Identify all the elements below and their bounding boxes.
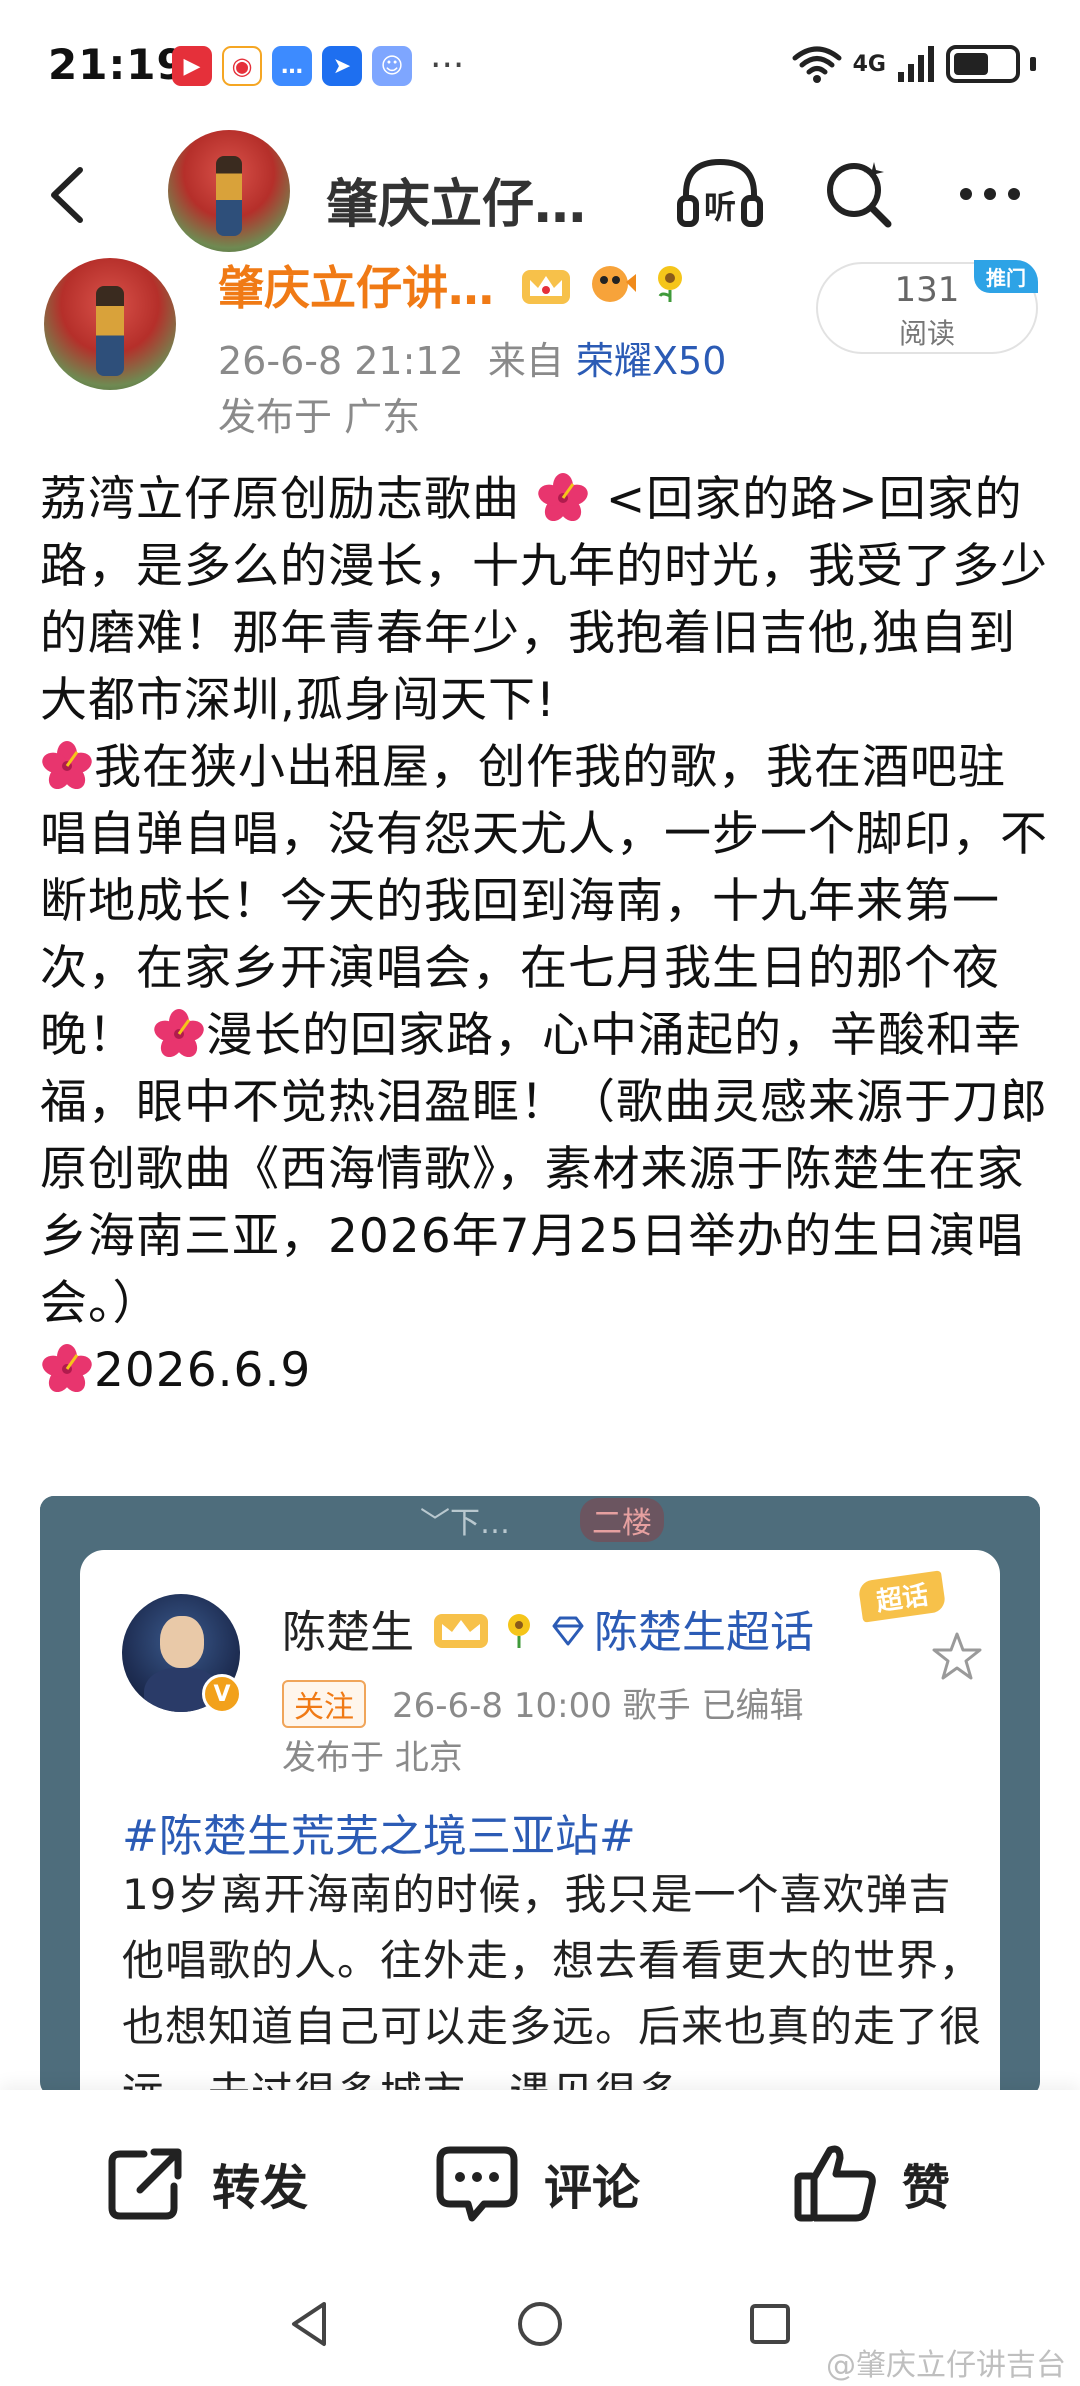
headphones-icon[interactable]: 听 xyxy=(672,154,768,234)
embedded-image[interactable]: ﹀下… 二楼 V 陈楚生 陈楚生超话 超话 关注 26-6-8 10:00 歌手… xyxy=(40,1496,1040,2096)
post-from-label: 来自 xyxy=(487,339,564,383)
post-text-5: 2026.6.9 xyxy=(94,1343,312,1398)
hibiscus-icon xyxy=(538,473,588,522)
sunflower-badge-icon[interactable] xyxy=(650,262,690,302)
weibo-icon: ◉ xyxy=(222,46,262,86)
back-icon[interactable] xyxy=(36,160,106,230)
embedded-floor-tag: 二楼 xyxy=(580,1498,664,1542)
network-type: 4G xyxy=(852,51,886,77)
post-location: 发布于 广东 xyxy=(218,395,421,439)
like-label: 赞 xyxy=(902,2160,951,2216)
nav-home-icon[interactable] xyxy=(510,2294,570,2354)
hibiscus-icon xyxy=(42,741,92,790)
embedded-author-name: 陈楚生 xyxy=(282,1607,414,1658)
embedded-meta: 26-6-8 10:00 歌手 已编辑 xyxy=(392,1686,804,1726)
wifi-icon xyxy=(792,46,842,83)
star-icon xyxy=(932,1632,982,1680)
repost-button[interactable]: 转发 xyxy=(100,2138,308,2228)
nav-recents-icon[interactable] xyxy=(740,2294,800,2354)
post-text-1: 荔湾立仔原创励志歌曲 xyxy=(40,472,536,527)
comment-label: 评论 xyxy=(544,2160,641,2216)
share-icon xyxy=(108,2148,182,2220)
message-icon: … xyxy=(272,46,312,86)
header-title[interactable]: 肇庆立仔… xyxy=(326,162,586,237)
read-count: 131 xyxy=(894,270,960,310)
header-avatar[interactable] xyxy=(168,130,290,252)
status-bar: 21:19 ▶ ◉ … ➤ ☺ ··· 4G xyxy=(0,0,1080,130)
hibiscus-icon xyxy=(154,1009,204,1058)
search-icon[interactable] xyxy=(818,154,898,234)
repost-label: 转发 xyxy=(212,2160,309,2216)
read-count-box: 推门 131 阅读 xyxy=(816,260,1038,354)
top-header: 肇庆立仔… 听 xyxy=(0,130,1080,260)
comment-button[interactable]: 评论 xyxy=(432,2138,640,2228)
super-topic-tag: 超话 xyxy=(857,1570,947,1623)
thumbs-up-icon xyxy=(794,2145,876,2222)
verified-badge: V xyxy=(202,1674,242,1714)
blowfish-badge-icon[interactable] xyxy=(586,258,638,306)
chat-app-icon: ☺ xyxy=(372,46,412,86)
battery-icon xyxy=(946,45,1020,83)
post-date: 26-6-8 21:12 xyxy=(218,339,464,383)
sunflower-badge-icon xyxy=(508,1614,530,1648)
more-options-icon[interactable] xyxy=(950,154,1030,234)
navigation-app-icon: ➤ xyxy=(322,46,362,86)
read-count-label: 阅读 xyxy=(898,317,955,350)
video-app-icon: ▶ xyxy=(172,46,212,86)
post-device-link[interactable]: 荣耀X50 xyxy=(576,339,726,383)
crown-badge-icon[interactable] xyxy=(520,262,572,306)
embedded-location: 发布于 北京 xyxy=(282,1738,463,1778)
follow-button: 关注 xyxy=(282,1680,366,1728)
embedded-card: V 陈楚生 陈楚生超话 超话 关注 26-6-8 10:00 歌手 已编辑 发布… xyxy=(80,1550,1000,2096)
post-meta: 26-6-8 21:12 来自 荣耀X50 xyxy=(218,330,726,385)
action-bar: 转发 评论 赞 xyxy=(0,2090,1080,2270)
embedded-text: 19岁离开海南的时候，我只是一个喜欢弹吉他唱歌的人。往外走，想去看看更大的世界，… xyxy=(122,1870,983,2096)
embedded-topic-link: 陈楚生超话 xyxy=(594,1607,814,1658)
signal-icon xyxy=(898,46,934,82)
like-button[interactable]: 赞 xyxy=(790,2138,950,2228)
diamond-icon xyxy=(552,1616,584,1646)
embedded-faint-text: ﹀下… xyxy=(420,1506,510,1541)
more-notifications-icon: ··· xyxy=(430,45,465,86)
notification-icons: ▶ ◉ … ➤ ☺ ··· xyxy=(172,46,464,86)
status-right: 4G xyxy=(791,44,1036,84)
listen-label: 听 xyxy=(704,188,736,226)
post-body: 荔湾立仔原创励志歌曲 <回家的路>回家的路，是多么的漫长，十九年的时光，我受了多… xyxy=(40,466,1050,1404)
hibiscus-icon xyxy=(42,1344,92,1393)
battery-tip xyxy=(1030,57,1036,71)
crown-badge-icon xyxy=(434,1614,488,1648)
author-avatar[interactable] xyxy=(44,258,176,390)
nav-back-icon[interactable] xyxy=(280,2294,340,2354)
status-time: 21:19 xyxy=(48,40,187,89)
author-name[interactable]: 肇庆立仔讲… xyxy=(218,252,494,318)
watermark: @肇庆立仔讲吉台 xyxy=(826,2348,1066,2383)
embedded-top-strip: ﹀下… 二楼 xyxy=(40,1496,1040,1546)
embedded-hashtag: #陈楚生荒芜之境三亚站# xyxy=(122,1811,636,1862)
comment-icon xyxy=(436,2146,518,2222)
